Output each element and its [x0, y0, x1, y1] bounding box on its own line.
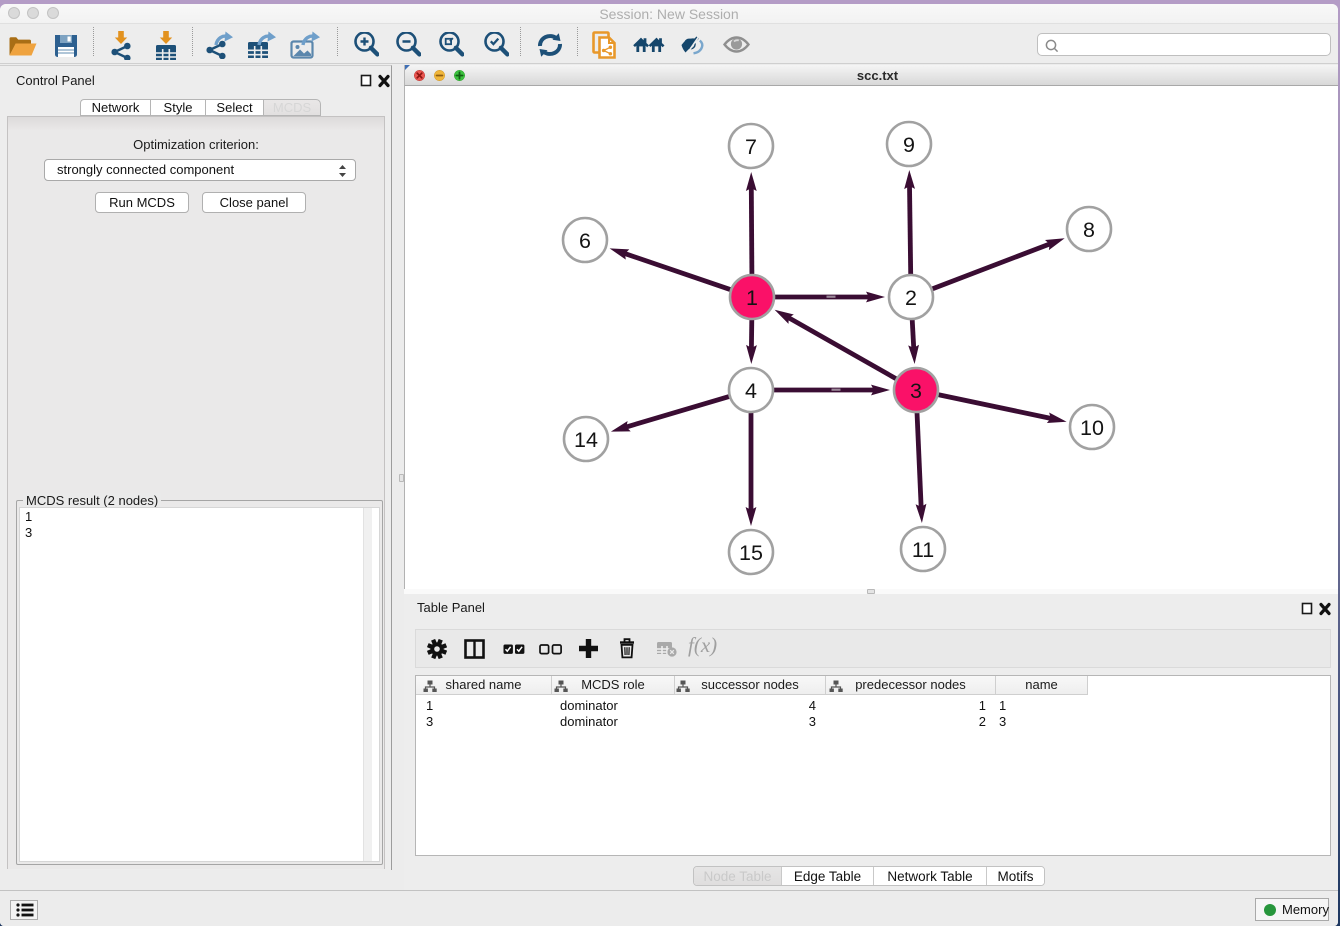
svg-text:1: 1	[746, 286, 758, 310]
svg-text:8: 8	[1083, 218, 1095, 242]
svg-text:6: 6	[579, 229, 591, 253]
svg-text:3: 3	[910, 379, 922, 403]
svg-text:10: 10	[1080, 416, 1104, 440]
svg-text:4: 4	[745, 379, 757, 403]
svg-text:14: 14	[574, 428, 598, 452]
svg-text:11: 11	[912, 538, 934, 562]
svg-text:2: 2	[905, 286, 917, 310]
svg-text:7: 7	[745, 135, 757, 159]
svg-text:9: 9	[903, 133, 915, 157]
svg-text:15: 15	[739, 541, 763, 565]
